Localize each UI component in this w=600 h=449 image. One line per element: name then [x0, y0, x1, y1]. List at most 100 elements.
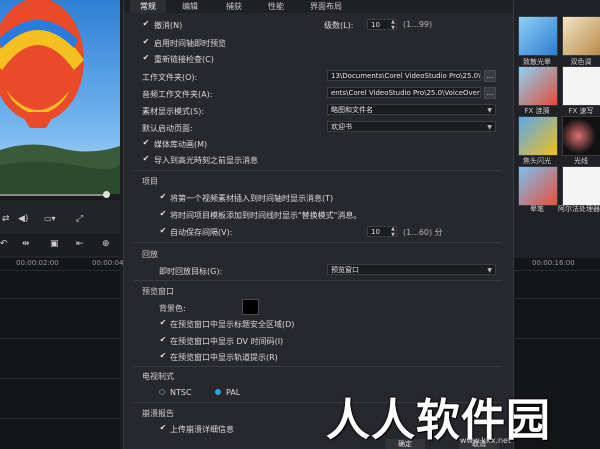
import-message-checkbox[interactable]: ✔ — [142, 155, 150, 163]
preview-window-section-title: 预览窗口 — [142, 287, 174, 296]
audio-folder-label: 音频工作文件夹(A): — [142, 90, 213, 99]
startup-page-select[interactable]: 欢迎书 ▼ — [327, 121, 496, 132]
effect-label: 阿尔法处理器 — [558, 205, 600, 213]
title-safe-label: 在预览窗口中显示标题安全区域(D) — [170, 320, 295, 329]
levels-spinner[interactable]: 10 ▲ ▼ — [367, 19, 397, 30]
tab-capture[interactable]: 捕获 — [216, 0, 252, 13]
track-hint-checkbox[interactable]: ✔ — [159, 352, 167, 360]
timecode-label: 00:00:16:00 — [532, 259, 575, 267]
spinner-arrows-icon[interactable]: ▲ ▼ — [391, 20, 395, 29]
playback-target-value: 预览窗口 — [331, 266, 359, 274]
template-message-label: 将时间项目模板添加到时间线时显示"替换模式"消息。 — [170, 211, 362, 220]
insert-message-checkbox[interactable]: ✔ — [159, 193, 167, 201]
crash-report-section-title: 崩溃报告 — [142, 409, 174, 418]
tv-format-section-title: 电视制式 — [142, 372, 174, 381]
tab-performance[interactable]: 性能 — [258, 0, 294, 13]
effect-thumbnail[interactable] — [562, 166, 600, 206]
timecode-label: 00:00:04 — [92, 259, 124, 267]
pal-radio[interactable] — [215, 389, 221, 395]
timecode-label: 00:00:02:00 — [16, 259, 59, 267]
effect-thumbnail[interactable] — [562, 16, 600, 56]
effect-thumbnail[interactable] — [518, 16, 558, 56]
undo-checkbox[interactable]: ✔ — [142, 20, 150, 28]
effect-label: FX 速写 — [568, 107, 594, 115]
divider — [134, 280, 502, 281]
effect-thumbnail[interactable] — [518, 116, 558, 156]
tab-general[interactable]: 常规 — [130, 0, 166, 13]
work-folder-input[interactable]: 13\Documents\Corel VideoStudio Pro\25.0\ — [327, 70, 481, 81]
timeline-area: 00:00:02:00 00:00:04 — [0, 258, 124, 449]
template-message-checkbox[interactable]: ✔ — [159, 210, 167, 218]
chevron-down-icon: ▼ — [487, 107, 492, 114]
chevron-down-icon: ▼ — [487, 124, 492, 131]
effect-label: 焦头闪光 — [523, 157, 551, 165]
divider — [134, 170, 502, 171]
trim-icon[interactable]: ⇤ — [76, 239, 84, 249]
playback-target-label: 即时回放目标(G): — [159, 267, 223, 276]
watermark-text: 人人软件园 — [326, 395, 551, 446]
levels-range: (1...99) — [403, 20, 433, 29]
upload-crash-checkbox[interactable]: ✔ — [159, 424, 167, 432]
relink-check-checkbox[interactable]: ✔ — [142, 54, 150, 62]
fullscreen-icon[interactable]: ⤢ — [76, 214, 83, 224]
relink-check-label: 重新链接检查(C) — [154, 55, 214, 64]
playback-target-select[interactable]: 预览窗口 ▼ — [327, 264, 496, 275]
levels-label: 级数(L): — [324, 21, 354, 30]
autosave-spinner[interactable]: 10 ▲ ▼ — [367, 226, 397, 237]
work-folder-label: 工作文件夹(O): — [142, 73, 198, 82]
video-preview — [0, 0, 120, 200]
spinner-arrows-icon[interactable]: ▲ ▼ — [391, 227, 395, 236]
dv-timecode-checkbox[interactable]: ✔ — [159, 336, 167, 344]
playback-section-title: 回放 — [142, 250, 158, 259]
autosave-value: 10 — [371, 228, 380, 236]
autosave-checkbox[interactable]: ✔ — [159, 227, 167, 235]
insert-message-label: 将第一个视频素材插入到时间轴时显示消息(T) — [170, 194, 334, 203]
background-color-swatch[interactable] — [242, 299, 259, 315]
effect-thumbnail[interactable] — [562, 116, 600, 156]
preview-image — [0, 0, 120, 200]
expand-icon[interactable]: ⊕ — [102, 239, 110, 249]
effect-label: 光线 — [574, 157, 588, 165]
work-folder-browse-button[interactable]: ... — [484, 70, 496, 82]
tab-edit[interactable]: 编辑 — [172, 0, 208, 13]
effect-label: 晕笔 — [530, 205, 544, 213]
undo-arrow-icon[interactable]: ↶ — [0, 239, 8, 249]
media-animation-checkbox[interactable]: ✔ — [142, 139, 150, 147]
clip-display-value: 略图和文件名 — [331, 106, 373, 114]
repeat-icon[interactable]: ⇄ — [2, 214, 10, 224]
instant-playback-checkbox[interactable]: ✔ — [142, 38, 150, 46]
clip-display-select[interactable]: 略图和文件名 ▼ — [327, 104, 496, 115]
preferences-dialog: 常规 编辑 捕获 性能 界面布局 ✔ 撤消(N) 级数(L): 10 ▲ ▼ (1.… — [123, 0, 514, 449]
scrubber-track[interactable] — [0, 194, 108, 196]
autosave-range: (1...60) 分 — [403, 228, 443, 237]
ntsc-radio[interactable] — [159, 389, 165, 395]
effect-thumbnail[interactable] — [518, 166, 558, 206]
autosave-label: 自动保存间隔(V): — [170, 228, 233, 237]
title-safe-checkbox[interactable]: ✔ — [159, 319, 167, 327]
volume-icon[interactable]: ◀) — [18, 214, 28, 224]
aspect-ratio-icon[interactable]: ▭▾ — [44, 214, 56, 223]
chevron-down-icon: ▼ — [487, 267, 492, 274]
import-message-label: 导入到高光時刻之前显示消息 — [154, 156, 258, 165]
media-animation-label: 媒体库动画(M) — [154, 140, 208, 149]
levels-value: 10 — [371, 21, 380, 29]
timeline-toolbar: ↶ ⇹ ▣ ⇤ ⊕ — [0, 234, 120, 256]
effect-thumbnail[interactable] — [562, 66, 600, 106]
scrubber-handle[interactable] — [103, 191, 110, 198]
effect-thumbnail[interactable] — [518, 66, 558, 106]
playback-controls: ⇄ ◀) ▭▾ ⤢ ↶ ⇹ ▣ ⇤ ⊕ — [0, 191, 120, 260]
audio-folder-input[interactable]: ents\Corel VideoStudio Pro\25.0\VoiceOve… — [327, 87, 481, 98]
undo-label: 撤消(N) — [154, 21, 183, 30]
ntsc-label: NTSC — [170, 388, 192, 397]
project-section-title: 项目 — [142, 177, 158, 186]
tab-bar: 常规 编辑 捕获 性能 界面布局 — [124, 0, 513, 13]
audio-folder-browse-button[interactable]: ... — [484, 87, 496, 99]
snapshot-icon[interactable]: ▣ — [50, 239, 59, 249]
tab-layout[interactable]: 界面布局 — [302, 0, 350, 13]
startup-page-value: 欢迎书 — [331, 123, 352, 131]
dv-timecode-label: 在预览窗口中显示 DV 时间码(I) — [170, 337, 284, 346]
divider — [134, 242, 502, 243]
split-icon[interactable]: ⇹ — [22, 239, 30, 249]
instant-playback-label: 启用时间轴即时预览 — [154, 39, 226, 48]
startup-page-label: 默认启动页面: — [142, 124, 193, 133]
